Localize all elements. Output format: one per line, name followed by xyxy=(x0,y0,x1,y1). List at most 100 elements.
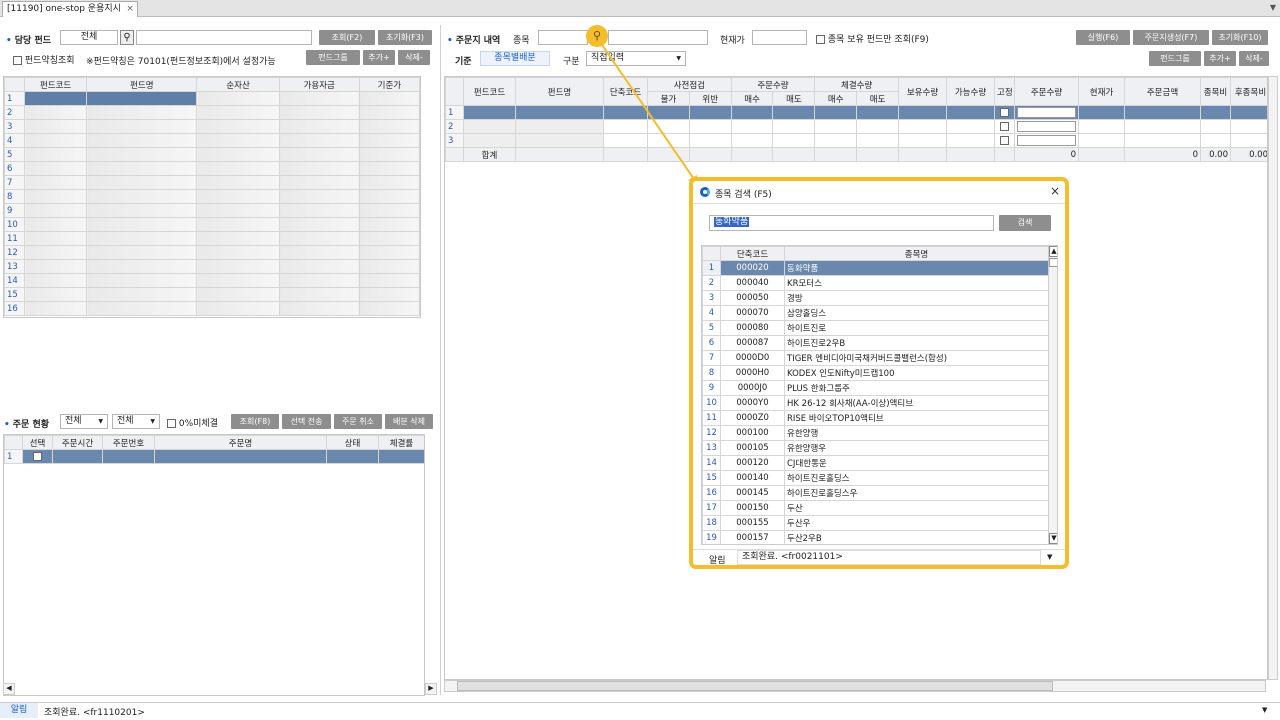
list-item[interactable]: 15 000140 하이트진로홀딩스 xyxy=(702,470,1049,486)
row-number: 4 xyxy=(702,305,721,321)
row-number: 8 xyxy=(702,365,721,381)
stock-name: 경방 xyxy=(784,290,1049,306)
row-number: 7 xyxy=(702,350,721,366)
list-item[interactable]: 13 000105 유한양행우 xyxy=(702,440,1049,456)
stock-code: 000040 xyxy=(720,275,785,291)
stock-code: 000087 xyxy=(720,335,785,351)
stock-code: 000150 xyxy=(720,500,785,516)
scroll-thumb[interactable] xyxy=(1049,258,1057,267)
stock-code: 000120 xyxy=(720,455,785,471)
status-message: 조회완료. <fr1110201> xyxy=(44,708,145,718)
search-button[interactable]: 검색 xyxy=(999,215,1051,231)
stock-code: 000050 xyxy=(720,290,785,306)
row-number: 3 xyxy=(702,290,721,306)
row-number: 13 xyxy=(702,440,721,456)
row-number: 6 xyxy=(702,335,721,351)
stock-name: HK 26-12 회사채(AA-이상)액티브 xyxy=(784,395,1049,411)
dialog-title: 종목 검색 (F5) xyxy=(715,190,772,200)
list-item[interactable]: 19 000157 두산2우B xyxy=(702,530,1049,544)
scroll-up-arrow[interactable]: ▲ xyxy=(1049,246,1057,257)
list-item[interactable]: 8 0000H0 KODEX 인도Nifty미드캡100 xyxy=(702,365,1049,381)
stock-result-grid: 단축코드 종목명 1 000020 동화약품 2 000040 KR모터스 3 000050 경… xyxy=(701,245,1058,545)
list-item[interactable]: 10 0000Y0 HK 26-12 회사채(AA-이상)액티브 xyxy=(702,395,1049,411)
status-label: 알림 xyxy=(0,703,38,718)
list-item[interactable]: 18 000155 두산우 xyxy=(702,515,1049,531)
list-item[interactable]: 14 000120 CJ대한통운 xyxy=(702,455,1049,471)
stock-code: 000140 xyxy=(720,470,785,486)
close-icon[interactable]: × xyxy=(1050,184,1060,198)
list-item[interactable]: 1 000020 동화약품 xyxy=(702,260,1049,276)
row-number: 2 xyxy=(702,275,721,291)
stock-name: 유한양행우 xyxy=(784,440,1049,456)
stock-code: 000157 xyxy=(720,530,785,544)
table-header: 단축코드 종목명 xyxy=(702,246,1049,261)
col-stock-name[interactable]: 종목명 xyxy=(784,246,1049,261)
alert-label: 알림 xyxy=(709,556,726,566)
stock-name: 두산 xyxy=(784,500,1049,516)
stock-name: 두산우 xyxy=(784,515,1049,531)
stock-code: 000155 xyxy=(720,515,785,531)
row-number: 11 xyxy=(702,410,721,426)
stock-name: 두산2우B xyxy=(784,530,1049,544)
stock-code: 0000H0 xyxy=(720,365,785,381)
row-number: 12 xyxy=(702,425,721,441)
stock-name: RISE 바이오TOP10액티브 xyxy=(784,410,1049,426)
stock-code: 000100 xyxy=(720,425,785,441)
callout-arrow xyxy=(599,41,698,186)
list-item[interactable]: 16 000145 하이트진로홀딩스우 xyxy=(702,485,1049,501)
stock-name: 동화약품 xyxy=(784,260,1049,276)
stock-code: 000145 xyxy=(720,485,785,501)
list-item[interactable]: 7 0000D0 TIGER 엔비디아미국채커버드콜밸런스(합성) xyxy=(702,350,1049,366)
stock-name: PLUS 한화그룹주 xyxy=(784,380,1049,396)
row-number: 19 xyxy=(702,530,721,544)
dialog-scrollbar[interactable]: ▲ ▼ xyxy=(1048,246,1057,544)
dialog-logo-icon xyxy=(700,187,710,197)
list-item[interactable]: 9 0000J0 PLUS 한화그룹주 xyxy=(702,380,1049,396)
row-number: 9 xyxy=(702,380,721,396)
stock-name: 삼양홀딩스 xyxy=(784,305,1049,321)
stock-search-input[interactable]: 동화약품 xyxy=(709,215,994,231)
stock-code: 0000Z0 xyxy=(720,410,785,426)
list-item[interactable]: 3 000050 경방 xyxy=(702,290,1049,306)
row-number: 1 xyxy=(702,260,721,276)
dialog-divider xyxy=(693,203,1065,204)
row-number: 18 xyxy=(702,515,721,531)
stock-code: 0000D0 xyxy=(720,350,785,366)
stock-code: 000020 xyxy=(720,260,785,276)
row-number: 5 xyxy=(702,320,721,336)
stock-name: 하이트진로홀딩스우 xyxy=(784,485,1049,501)
stock-name: 하이트진로 xyxy=(784,320,1049,336)
col-short-code[interactable]: 단축코드 xyxy=(720,246,785,261)
scroll-down-arrow[interactable]: ▼ xyxy=(1049,533,1057,544)
stock-name: CJ대한통운 xyxy=(784,455,1049,471)
list-item[interactable]: 11 0000Z0 RISE 바이오TOP10액티브 xyxy=(702,410,1049,426)
stock-code: 000080 xyxy=(720,320,785,336)
row-number: 14 xyxy=(702,455,721,471)
chevron-down-icon[interactable]: ▼ xyxy=(1047,553,1052,561)
stock-name: 유한양행 xyxy=(784,425,1049,441)
row-number: 16 xyxy=(702,485,721,501)
stock-code: 000105 xyxy=(720,440,785,456)
alert-message: 조회완료. <fr0021101> xyxy=(737,550,1041,565)
row-number: 10 xyxy=(702,395,721,411)
corner-cell xyxy=(702,246,721,261)
stock-code: 0000J0 xyxy=(720,380,785,396)
stock-table: 단축코드 종목명 1 000020 동화약품 2 000040 KR모터스 3 000050 경… xyxy=(702,246,1049,544)
status-bar: 알림 조회완료. <fr1110201> ▼ xyxy=(0,702,1280,718)
list-item[interactable]: 2 000040 KR모터스 xyxy=(702,275,1049,291)
list-item[interactable]: 5 000080 하이트진로 xyxy=(702,320,1049,336)
stock-name: 하이트진로2우B xyxy=(784,335,1049,351)
chevron-down-icon[interactable]: ▼ xyxy=(1262,706,1267,714)
stock-name: KODEX 인도Nifty미드캡100 xyxy=(784,365,1049,381)
stock-code: 0000Y0 xyxy=(720,395,785,411)
row-number: 15 xyxy=(702,470,721,486)
stock-search-dialog: 종목 검색 (F5) × 동화약품 검색 단축코드 종목명 1 000020 동화약… xyxy=(690,178,1068,568)
stock-name: KR모터스 xyxy=(784,275,1049,291)
list-item[interactable]: 4 000070 삼양홀딩스 xyxy=(702,305,1049,321)
stock-name: TIGER 엔비디아미국채커버드콜밸런스(합성) xyxy=(784,350,1049,366)
list-item[interactable]: 6 000087 하이트진로2우B xyxy=(702,335,1049,351)
list-item[interactable]: 17 000150 두산 xyxy=(702,500,1049,516)
row-number: 17 xyxy=(702,500,721,516)
list-item[interactable]: 12 000100 유한양행 xyxy=(702,425,1049,441)
search-text: 동화약품 xyxy=(714,217,750,227)
